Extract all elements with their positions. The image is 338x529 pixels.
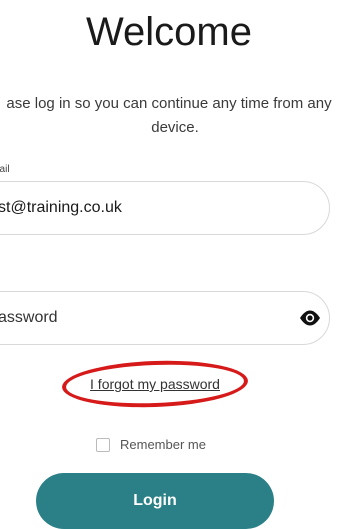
email-field[interactable] xyxy=(0,182,329,234)
remember-me-label: Remember me xyxy=(120,437,206,452)
remember-me-option[interactable]: Remember me xyxy=(96,437,206,452)
login-button[interactable]: Login xyxy=(36,473,274,529)
email-field-container xyxy=(0,181,330,235)
subtitle-line-2: device. xyxy=(151,119,199,136)
email-label: nail xyxy=(0,164,10,175)
remember-me-checkbox[interactable] xyxy=(96,437,110,452)
password-field-container xyxy=(0,291,330,345)
login-page: Welcome ase log in so you can continue a… xyxy=(0,0,338,529)
forgot-password-link[interactable]: I forgot my password xyxy=(0,376,310,392)
password-field[interactable] xyxy=(0,292,329,344)
page-title: Welcome xyxy=(86,10,252,54)
eye-icon[interactable] xyxy=(299,309,321,327)
page-subtitle: ase log in so you can continue any time … xyxy=(0,92,338,140)
subtitle-line-1: ase log in so you can continue any time … xyxy=(6,95,332,112)
